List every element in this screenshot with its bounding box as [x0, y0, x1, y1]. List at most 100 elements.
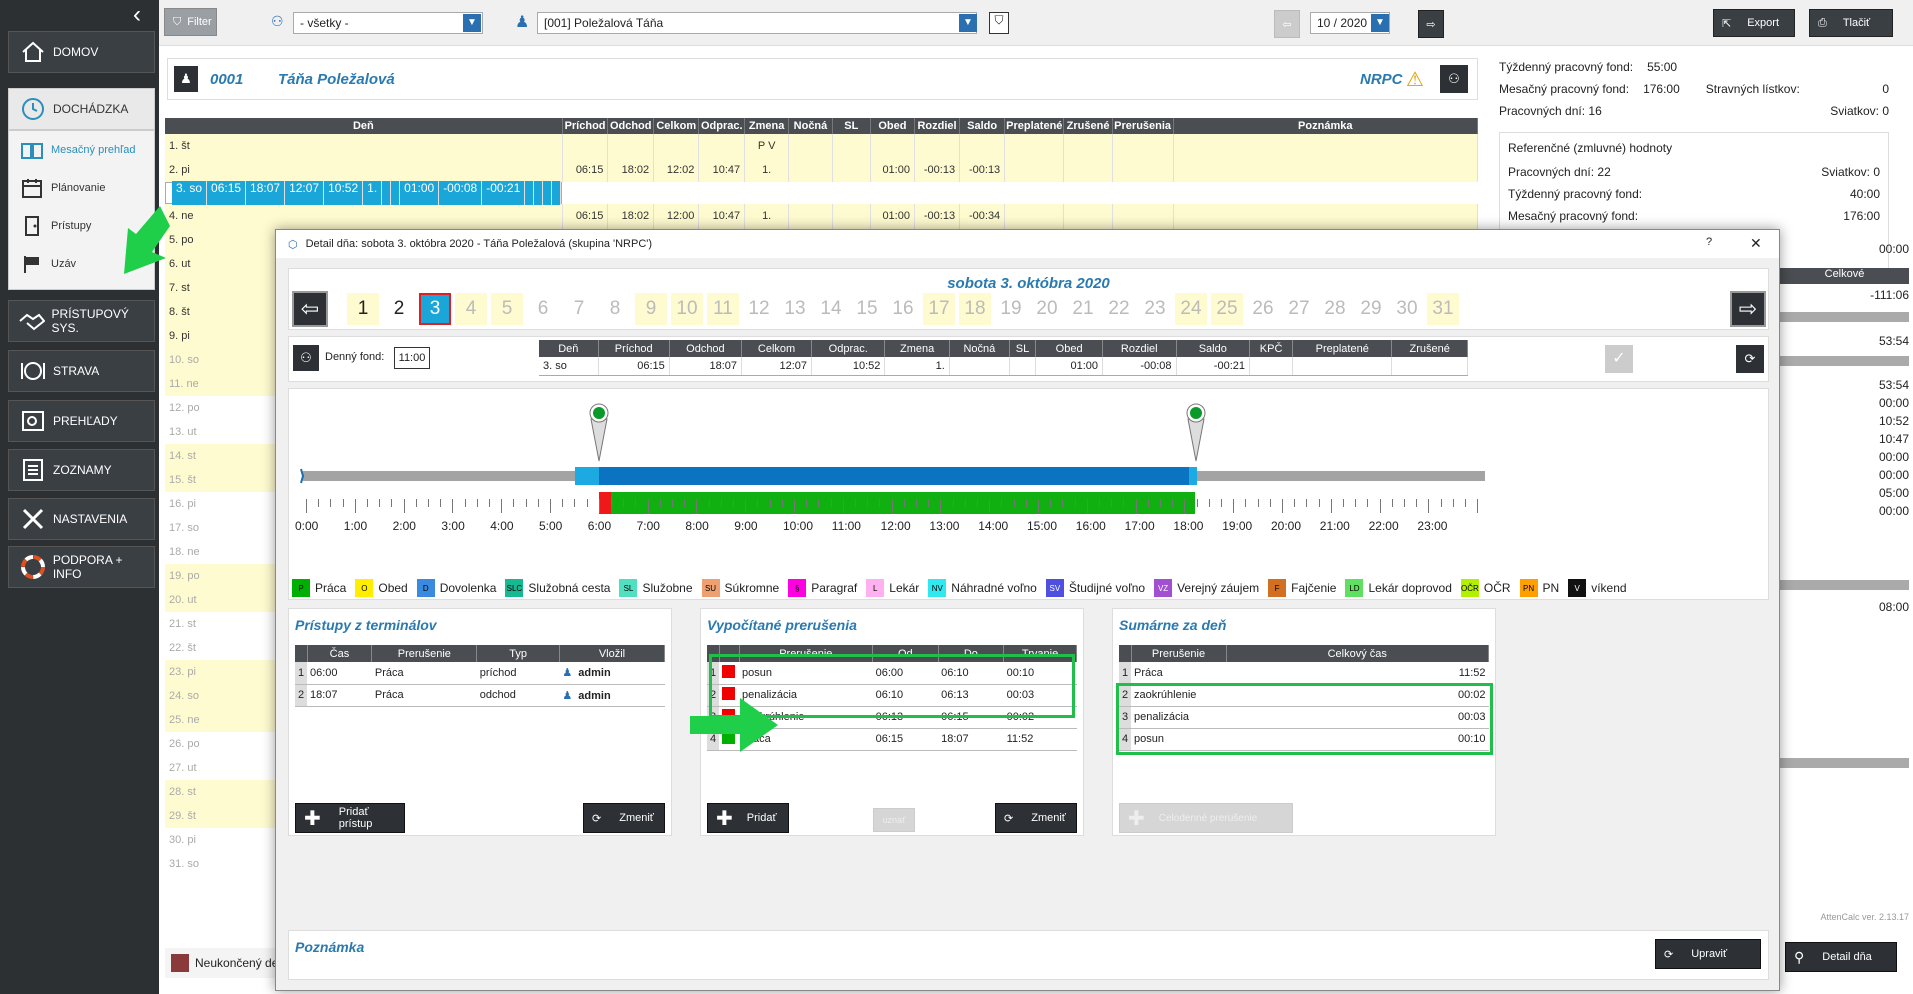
print-button[interactable]: ⎙ Tlačiť	[1809, 9, 1893, 37]
nav-support[interactable]: PODPORA + INFO	[8, 546, 155, 588]
collapse-menu-icon[interactable]: ‹	[122, 2, 152, 28]
add-interruption-button[interactable]: ✚ Pridať	[707, 803, 789, 833]
day-button[interactable]: 8	[599, 293, 631, 325]
column-header[interactable]: Saldo	[959, 118, 1006, 134]
timeline-tick	[1404, 499, 1405, 507]
day-button[interactable]: 15	[851, 293, 883, 325]
day-button[interactable]: 1	[347, 293, 379, 325]
day-button[interactable]: 18	[959, 293, 991, 325]
confirm-icon[interactable]: ✓	[1605, 345, 1633, 373]
submenu-monthly-overview[interactable]: Mesačný prehľad	[9, 131, 154, 169]
day-button[interactable]: 26	[1247, 293, 1279, 325]
column-header[interactable]: Odprac.	[698, 118, 746, 134]
chevron-down-icon[interactable]: ▼	[1371, 14, 1389, 32]
day-button[interactable]: 11	[707, 293, 739, 325]
nav-attendance[interactable]: DOCHÁDZKA	[8, 88, 155, 130]
column-header[interactable]: Odchod	[607, 118, 655, 134]
day-button[interactable]: 19	[995, 293, 1027, 325]
day-button[interactable]: 22	[1103, 293, 1135, 325]
day-button[interactable]: 13	[779, 293, 811, 325]
person-icon: ♟	[515, 14, 530, 31]
column-header[interactable]: Celkom	[653, 118, 700, 134]
day-detail-button[interactable]: ⚲ Detail dňa	[1785, 942, 1897, 972]
day-button[interactable]: 12	[743, 293, 775, 325]
person-select[interactable]: [001] Poležalová Táňa	[537, 12, 977, 34]
column-header[interactable]: Zmena	[744, 118, 790, 134]
column-header[interactable]: Prerušenia	[1112, 118, 1174, 134]
chevron-down-icon[interactable]: ▼	[463, 14, 481, 32]
nav-reports[interactable]: PREHĽADY	[8, 400, 155, 442]
next-month-button[interactable]: ⇨	[1418, 10, 1444, 38]
day-button[interactable]: 3	[419, 293, 451, 325]
refresh-icon[interactable]: ⟳	[1736, 345, 1764, 373]
add-access-button[interactable]: ✚ Pridať prístup	[295, 803, 405, 833]
table-row[interactable]: 2. pi 06:15 18:02 12:02 10:47 1. 01:00 -00:13 -0…	[165, 158, 1479, 182]
column-header[interactable]: Poznámka	[1173, 118, 1479, 134]
column-header[interactable]: Nočná	[788, 118, 833, 134]
chevron-down-icon[interactable]: ▼	[959, 14, 977, 32]
day-button[interactable]: 28	[1319, 293, 1351, 325]
departure-marker[interactable]	[1186, 403, 1206, 462]
day-button[interactable]: 7	[563, 293, 595, 325]
nav-lists[interactable]: ZOZNAMY	[8, 449, 155, 491]
previous-day-button[interactable]: ⇦	[292, 291, 328, 327]
nav-settings[interactable]: NASTAVENIA	[8, 498, 155, 540]
all-day-interruption-button[interactable]: ✚ Celodenné prerušenie	[1119, 803, 1293, 833]
previous-month-button[interactable]: ⇦	[1274, 10, 1300, 38]
arrival-marker[interactable]	[589, 403, 609, 462]
timeline-tick	[391, 499, 393, 507]
timeline-tick	[1050, 499, 1052, 507]
day-button[interactable]: 9	[635, 293, 667, 325]
help-button[interactable]: ?	[1706, 236, 1712, 248]
day-button[interactable]: 4	[455, 293, 487, 325]
day-button[interactable]: 30	[1391, 293, 1423, 325]
day-button[interactable]: 6	[527, 293, 559, 325]
table-row[interactable]: 1 Práca 11:52	[1119, 662, 1489, 685]
day-button[interactable]: 24	[1175, 293, 1207, 325]
day-button[interactable]: 2	[383, 293, 415, 325]
change-access-button[interactable]: ⟳ Zmeniť	[583, 803, 665, 833]
filter-icon[interactable]: ⛉	[989, 12, 1009, 34]
column-header[interactable]: Deň	[165, 118, 563, 134]
group-icon[interactable]: ⚇	[1440, 65, 1468, 93]
column-header[interactable]: Rozdiel	[914, 118, 961, 134]
change-interruption-button[interactable]: ⟳ Zmeniť	[995, 803, 1077, 833]
close-button[interactable]: ✕	[1750, 235, 1762, 252]
column-header[interactable]: Príchod	[562, 118, 609, 134]
day-button[interactable]: 16	[887, 293, 919, 325]
nav-home[interactable]: DOMOV	[8, 31, 155, 73]
accept-button[interactable]: uznať	[873, 808, 915, 832]
column-header[interactable]: SL	[832, 118, 871, 134]
day-button[interactable]: 29	[1355, 293, 1387, 325]
column-header[interactable]: Preplatené	[1004, 118, 1065, 134]
day-button[interactable]: 10	[671, 293, 703, 325]
table-row[interactable]: 1 06:00 Práca príchod ♟ admin	[295, 662, 665, 685]
timeline-hour-label: 3:00	[441, 519, 465, 533]
day-button[interactable]: 20	[1031, 293, 1063, 325]
group-icon[interactable]: ⚇	[293, 345, 319, 371]
table-row[interactable]: 2 18:07 Práca odchod ♟ admin	[295, 684, 665, 707]
table-row[interactable]: 1. št P V	[165, 134, 1479, 158]
table-row[interactable]: 4. ne 06:15 18:02 12:00 10:47 1. 01:00 -00:13 -0…	[165, 204, 1479, 228]
legend-item: SV Študijné voľno	[1045, 579, 1145, 597]
day-button[interactable]: 21	[1067, 293, 1099, 325]
day-button[interactable]: 31	[1427, 293, 1459, 325]
day-button[interactable]: 25	[1211, 293, 1243, 325]
nav-meals[interactable]: STRAVA	[8, 350, 155, 392]
export-button[interactable]: ⇱ Export	[1713, 9, 1795, 37]
day-button[interactable]: 27	[1283, 293, 1315, 325]
table-row[interactable]: 3. so 06:15 18:07 12:07 10:52 1. 01:00 -00:08 -0…	[165, 181, 563, 205]
next-day-button[interactable]: ⇨	[1730, 291, 1766, 327]
day-button[interactable]: 5	[491, 293, 523, 325]
timeline-hour-label: 17:00	[1124, 519, 1155, 533]
day-button[interactable]: 17	[923, 293, 955, 325]
edit-note-button[interactable]: ⟳ Upraviť	[1655, 939, 1761, 969]
timeline-tick	[464, 499, 466, 507]
nav-access-system[interactable]: PRÍSTUPOVÝ SYS.	[8, 300, 155, 342]
day-button[interactable]: 14	[815, 293, 847, 325]
group-select[interactable]: - všetky -	[293, 12, 483, 34]
day-button[interactable]: 23	[1139, 293, 1171, 325]
column-header[interactable]: Obed	[870, 118, 915, 134]
column-header[interactable]: Zrušené	[1063, 118, 1113, 134]
filter-button[interactable]: ⛉ Filter	[164, 8, 217, 36]
